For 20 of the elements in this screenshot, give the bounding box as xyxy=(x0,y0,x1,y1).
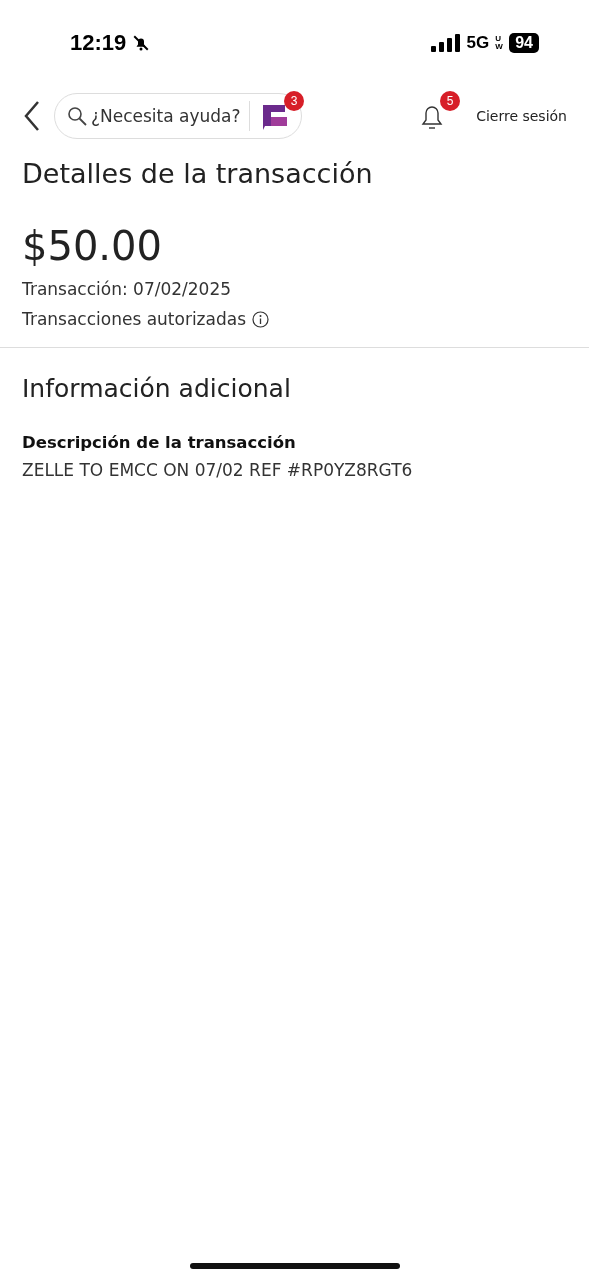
detail-value: ZELLE TO EMCC ON 07/02 REF #RP0YZ8RGT6 xyxy=(22,460,414,480)
notification-count: 3 xyxy=(284,91,304,111)
logout-link[interactable]: Cierre sesión xyxy=(476,108,567,124)
transaction-date: Transacción: 07/02/2025 xyxy=(22,279,232,299)
transaction-amount: $50.00 xyxy=(22,223,163,269)
detail-label: Descripción de la transacción xyxy=(22,433,297,452)
notification-count: 5 xyxy=(440,91,461,111)
status-time: 12:19 xyxy=(70,30,127,56)
section-title: Información adicional xyxy=(22,374,292,403)
assistant-button[interactable]: 3 xyxy=(260,91,304,131)
signal-icon xyxy=(430,34,461,52)
network-type: 5G xyxy=(466,33,490,53)
info-icon[interactable] xyxy=(252,310,270,328)
network-subtype-text: UW xyxy=(495,35,504,51)
bell-off-icon xyxy=(132,34,151,52)
notifications-button[interactable]: 5 xyxy=(418,91,461,131)
battery-level: 94 xyxy=(509,33,539,53)
transaction-status: Transacciones autorizadas xyxy=(22,309,247,329)
search-icon xyxy=(67,106,87,126)
page-title: Detalles de la transacción xyxy=(22,158,374,189)
